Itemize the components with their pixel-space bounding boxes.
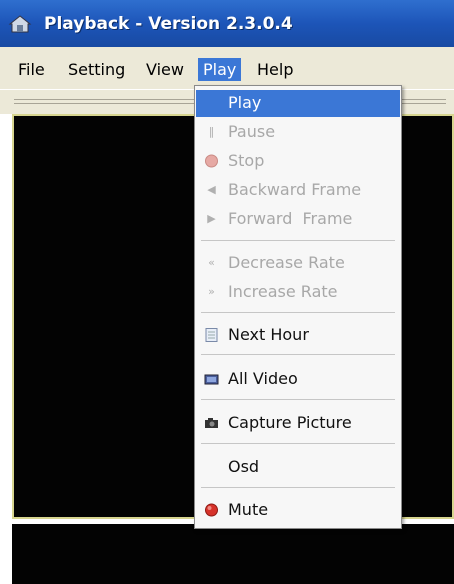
video-display-secondary[interactable] [12,524,454,584]
title-bar: Playback - Version 2.3.0.4 [0,0,454,47]
menu-file[interactable]: File [13,58,50,81]
menu-item-label: Backward Frame [228,180,362,199]
menu-item-capture-picture[interactable]: Capture Picture [196,410,400,437]
menu-separator [201,399,395,400]
menu-item-label: Mute [228,500,269,519]
menu-view[interactable]: View [141,58,189,81]
play-menu-dropdown: Play ‖ Pause Stop ◀ Backward Frame ▶ For… [194,85,402,529]
menu-bar: File Setting View Play Help [0,47,454,89]
menu-item-label: Next Hour [228,325,309,344]
increase-rate-icon: » [208,285,215,298]
video-icon [204,372,219,386]
stop-icon [204,154,219,168]
menu-item-forward-frame[interactable]: ▶ Forward Frame [196,206,400,233]
menu-item-label: Capture Picture [228,413,352,432]
menu-separator [201,240,395,241]
menu-item-osd[interactable]: Osd [196,454,400,481]
menu-item-label: Stop [228,151,265,170]
pause-icon: ‖ [208,125,215,138]
menu-item-label: Pause [228,122,276,141]
camera-icon [204,416,219,430]
menu-item-mute[interactable]: Mute [196,497,400,524]
menu-item-pause[interactable]: ‖ Pause [196,119,400,146]
menu-separator [201,354,395,355]
menu-item-increase-rate[interactable]: » Increase Rate [196,279,400,306]
menu-item-backward-frame[interactable]: ◀ Backward Frame [196,177,400,204]
menu-setting[interactable]: Setting [63,58,130,81]
menu-item-label: Forward Frame [228,209,353,228]
menu-item-label: All Video [228,369,298,388]
menu-item-label: Osd [228,457,260,476]
menu-item-play[interactable]: Play [196,90,400,117]
mute-icon [204,503,219,517]
menu-item-label: Decrease Rate [228,253,345,272]
menu-item-next-hour[interactable]: Next Hour [196,322,400,349]
menu-separator [201,312,395,313]
menu-item-label: Play [228,93,262,112]
app-house-icon [8,15,32,33]
menu-item-decrease-rate[interactable]: « Decrease Rate [196,250,400,277]
document-icon [204,328,219,342]
menu-item-label: Increase Rate [228,282,338,301]
menu-separator [201,487,395,488]
backward-frame-icon: ◀ [207,183,216,196]
menu-item-all-video[interactable]: All Video [196,366,400,393]
window-title: Playback - Version 2.3.0.4 [44,14,293,34]
menu-separator [201,443,395,444]
menu-play[interactable]: Play [198,58,242,81]
menu-item-stop[interactable]: Stop [196,148,400,175]
decrease-rate-icon: « [208,256,215,269]
forward-frame-icon: ▶ [207,212,216,225]
menu-help[interactable]: Help [252,58,298,81]
